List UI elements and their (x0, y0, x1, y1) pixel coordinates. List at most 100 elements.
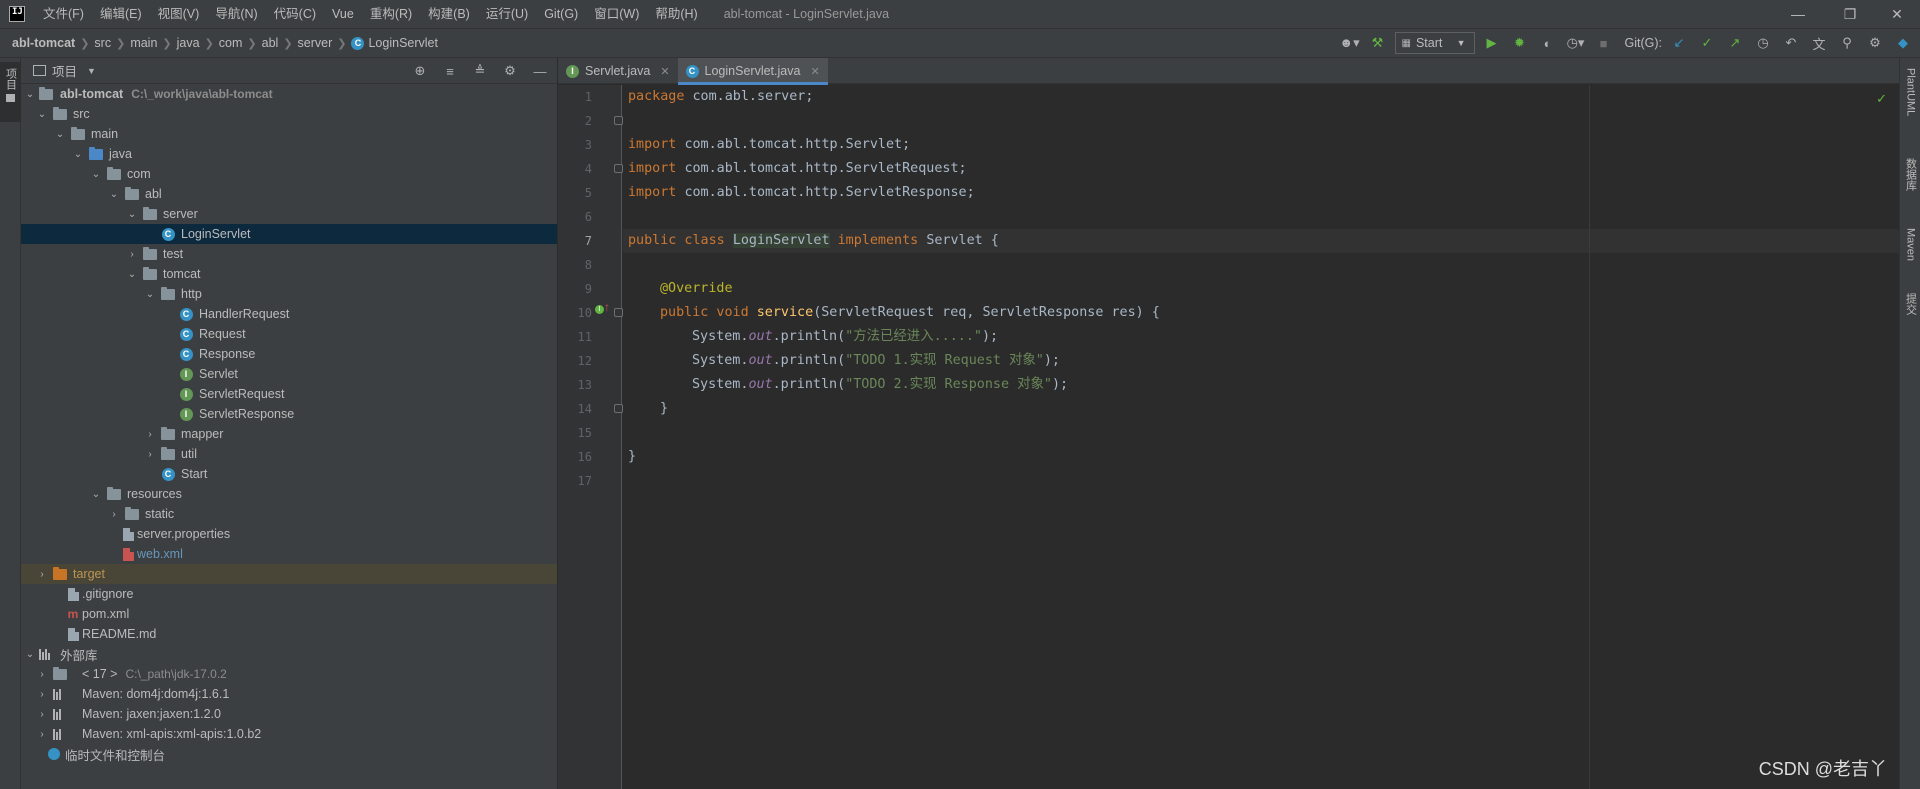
tree-node[interactable]: ⌄ abl (21, 184, 557, 204)
fold-marker-icon[interactable] (614, 164, 623, 173)
project-panel-title[interactable]: 项目 (52, 61, 77, 80)
breadcrumb-main[interactable]: main (127, 36, 160, 50)
tree-node[interactable]: I ServletRequest (21, 384, 557, 404)
menu-code[interactable]: 代码(C) (266, 0, 324, 28)
run-configuration-select[interactable]: ▦ Start ▼ (1394, 32, 1475, 54)
minimize-icon[interactable]: — (1775, 0, 1821, 28)
profile-icon[interactable]: ◷▾ (1565, 32, 1587, 54)
menu-file[interactable]: 文件(F) (35, 0, 92, 28)
locate-target-icon[interactable]: ⊕ (409, 60, 431, 82)
tree-node[interactable]: ⌄ main (21, 124, 557, 144)
tree-node[interactable]: ⌄ http (21, 284, 557, 304)
tree-node[interactable]: README.md (21, 624, 557, 644)
tab-loginservlet-java[interactable]: C LoginServlet.java ✕ (677, 58, 828, 85)
chevron-down-icon[interactable]: ⌄ (54, 129, 66, 140)
git-commit-icon[interactable]: ✓ (1696, 32, 1718, 54)
build-hammer-icon[interactable]: ⚒ (1367, 32, 1389, 54)
chevron-right-icon[interactable]: › (36, 729, 48, 740)
tree-node[interactable]: › mapper (21, 424, 557, 444)
close-tab-icon[interactable]: ✕ (810, 65, 819, 78)
chevron-down-icon[interactable]: ⌄ (126, 209, 138, 220)
tree-node[interactable]: I ServletResponse (21, 404, 557, 424)
chevron-down-icon[interactable]: ⌄ (144, 289, 156, 300)
stop-icon[interactable]: ■ (1593, 32, 1615, 54)
code-editor[interactable]: package com.abl.server; import com.abl.t… (623, 85, 1899, 789)
git-update-icon[interactable]: ↙ (1668, 32, 1690, 54)
breadcrumb-project[interactable]: abl-tomcat (0, 36, 78, 50)
breadcrumb-src[interactable]: src (91, 36, 114, 50)
tree-node[interactable]: C Request (21, 324, 557, 344)
translate-icon[interactable]: 文 (1808, 32, 1830, 54)
chevron-down-icon[interactable]: ▼ (87, 66, 96, 76)
tree-node[interactable]: › util (21, 444, 557, 464)
inspection-ok-icon[interactable]: ✓ (1876, 91, 1887, 107)
tree-node[interactable]: ⌄ tomcat (21, 264, 557, 284)
tree-node[interactable]: ⌄ java (21, 144, 557, 164)
breadcrumb-com[interactable]: com (216, 36, 246, 50)
chevron-down-icon[interactable]: ⌄ (24, 89, 36, 100)
git-push-icon[interactable]: ↗ (1724, 32, 1746, 54)
breadcrumb-java[interactable]: java (174, 36, 203, 50)
chevron-down-icon[interactable]: ⌄ (36, 109, 48, 120)
tree-node[interactable]: › target (21, 564, 557, 584)
database-tool-tab[interactable]: 数据库 (1902, 158, 1919, 191)
chevron-right-icon[interactable]: › (36, 689, 48, 700)
tree-node[interactable]: ⌄ com (21, 164, 557, 184)
chevron-down-icon[interactable]: ⌄ (72, 149, 84, 160)
tree-node[interactable]: C Response (21, 344, 557, 364)
tree-node[interactable]: › static (21, 504, 557, 524)
override-arrow-icon[interactable]: ↑ (604, 300, 610, 314)
run-icon[interactable]: ▶ (1481, 32, 1503, 54)
tree-node[interactable]: 临时文件和控制台 (21, 744, 557, 764)
project-tool-tab[interactable]: 项目 (0, 62, 21, 122)
tree-node[interactable]: C HandlerRequest (21, 304, 557, 324)
close-window-icon[interactable]: ✕ (1874, 0, 1920, 28)
tree-node[interactable]: ⌄ abl-tomcat C:\_work\java\abl-tomcat (21, 84, 557, 104)
breadcrumb-abl[interactable]: abl (259, 36, 282, 50)
menu-window[interactable]: 窗口(W) (586, 0, 647, 28)
chevron-down-icon[interactable]: ⌄ (90, 489, 102, 500)
chevron-right-icon[interactable]: › (126, 249, 138, 260)
menu-build[interactable]: 构建(B) (420, 0, 478, 28)
chevron-down-icon[interactable]: ⌄ (108, 189, 120, 200)
tree-node[interactable]: .gitignore (21, 584, 557, 604)
chevron-down-icon[interactable]: ⌄ (90, 169, 102, 180)
gear-icon[interactable]: ⚙ (499, 60, 521, 82)
tab-servlet-java[interactable]: I Servlet.java ✕ (558, 58, 678, 84)
restore-icon[interactable]: ❐ (1827, 0, 1873, 28)
fold-marker-icon[interactable] (614, 308, 623, 317)
menu-view[interactable]: 视图(V) (150, 0, 208, 28)
search-icon[interactable]: ⚲ (1836, 32, 1858, 54)
menu-help[interactable]: 帮助(H) (647, 0, 705, 28)
tree-node[interactable]: ⌄ resources (21, 484, 557, 504)
settings-gear-icon[interactable]: ⚙ (1864, 32, 1886, 54)
fold-marker-icon[interactable] (614, 404, 623, 413)
collapse-all-icon[interactable]: ≜ (469, 60, 491, 82)
tree-node[interactable]: ⌄ src (21, 104, 557, 124)
tree-node[interactable]: › < 17 > C:\_path\jdk-17.0.2 (21, 664, 557, 684)
tree-node[interactable]: I Servlet (21, 364, 557, 384)
menu-navigate[interactable]: 导航(N) (207, 0, 265, 28)
debug-icon[interactable]: ✹ (1509, 32, 1531, 54)
toolbox-icon[interactable]: ◆ (1892, 32, 1914, 54)
tree-node-selected[interactable]: C LoginServlet (21, 224, 557, 244)
history-icon[interactable]: ◷ (1752, 32, 1774, 54)
implements-method-icon[interactable]: I (595, 305, 604, 314)
tree-node[interactable]: › Maven: jaxen:jaxen:1.2.0 (21, 704, 557, 724)
tree-node[interactable]: m pom.xml (21, 604, 557, 624)
tree-node[interactable]: web.xml (21, 544, 557, 564)
editor-gutter[interactable]: 1 2 3 4 5 6 7 8 9 10 11 12 13 14 15 16 1… (558, 85, 623, 789)
tree-node[interactable]: ⌄ server (21, 204, 557, 224)
plantuml-tool-tab[interactable]: PlantUML (1902, 68, 1919, 116)
chevron-down-icon[interactable]: ⌄ (24, 649, 36, 660)
chevron-right-icon[interactable]: › (36, 669, 48, 680)
menu-vue[interactable]: Vue (324, 0, 362, 28)
chevron-down-icon[interactable]: ⌄ (126, 269, 138, 280)
menu-run[interactable]: 运行(U) (478, 0, 536, 28)
tree-node[interactable]: › Maven: xml-apis:xml-apis:1.0.b2 (21, 724, 557, 744)
fold-marker-icon[interactable] (614, 116, 623, 125)
chevron-right-icon[interactable]: › (36, 709, 48, 720)
hide-panel-icon[interactable]: — (529, 60, 551, 82)
user-icon[interactable]: ☻▾ (1339, 32, 1361, 54)
close-tab-icon[interactable]: ✕ (660, 65, 669, 78)
